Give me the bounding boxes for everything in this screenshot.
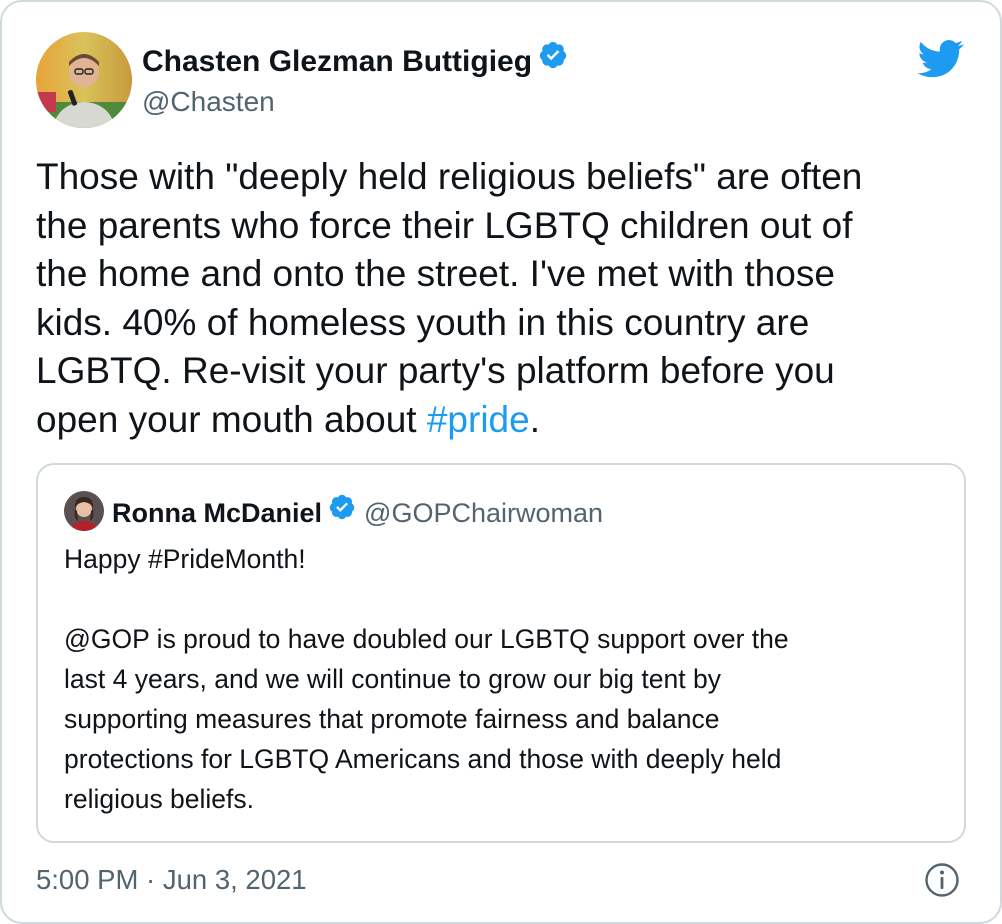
author-name[interactable]: Chasten Glezman Buttigieg bbox=[142, 45, 532, 78]
tweet-text: Those with "deeply held religious belief… bbox=[36, 153, 966, 444]
quoted-author-name[interactable]: Ronna McDaniel bbox=[112, 498, 322, 528]
tweet-text-line: LGBTQ. Re-visit your party's platform be… bbox=[36, 350, 835, 391]
tweet-text-fragment: open your mouth about bbox=[36, 398, 427, 440]
author-name-row[interactable]: Chasten Glezman Buttigieg bbox=[142, 40, 568, 82]
tweet-card: Chasten Glezman Buttigieg @Chasten Those… bbox=[0, 0, 1002, 924]
quoted-author-handle[interactable]: @GOPChairwoman bbox=[364, 498, 603, 528]
tweet-text-line: the parents who force their LGBTQ childr… bbox=[36, 204, 853, 246]
quoted-tweet-text: Happy #PrideMonth! @GOP is proud to have… bbox=[64, 544, 789, 814]
quoted-author-row[interactable]: Ronna McDaniel @GOPChairwoman bbox=[112, 493, 603, 533]
tweet-text-line: Those with "deeply held religious belief… bbox=[36, 156, 863, 197]
hashtag-link[interactable]: #pride bbox=[427, 399, 530, 440]
twitter-bird-icon[interactable] bbox=[917, 40, 964, 83]
info-icon[interactable] bbox=[924, 862, 960, 903]
tweet-text-fragment: . bbox=[529, 398, 540, 440]
verified-badge-icon bbox=[538, 40, 568, 81]
quoted-author-avatar[interactable] bbox=[64, 491, 104, 531]
tweet-text-line: kids. 40% of homeless youth in this coun… bbox=[36, 301, 810, 343]
author-avatar[interactable] bbox=[36, 32, 132, 128]
author-handle[interactable]: @Chasten bbox=[142, 82, 275, 122]
tweet-timestamp[interactable]: 5:00 PM · Jun 3, 2021 bbox=[36, 860, 307, 900]
quoted-tweet[interactable]: Ronna McDaniel @GOPChairwoman Happy #Prid… bbox=[36, 463, 966, 843]
tweet-text-line: the home and onto the street. I've met w… bbox=[36, 253, 835, 294]
tweet-text-line-last: open your mouth about #pride. bbox=[36, 396, 966, 445]
verified-badge-icon bbox=[328, 492, 356, 532]
